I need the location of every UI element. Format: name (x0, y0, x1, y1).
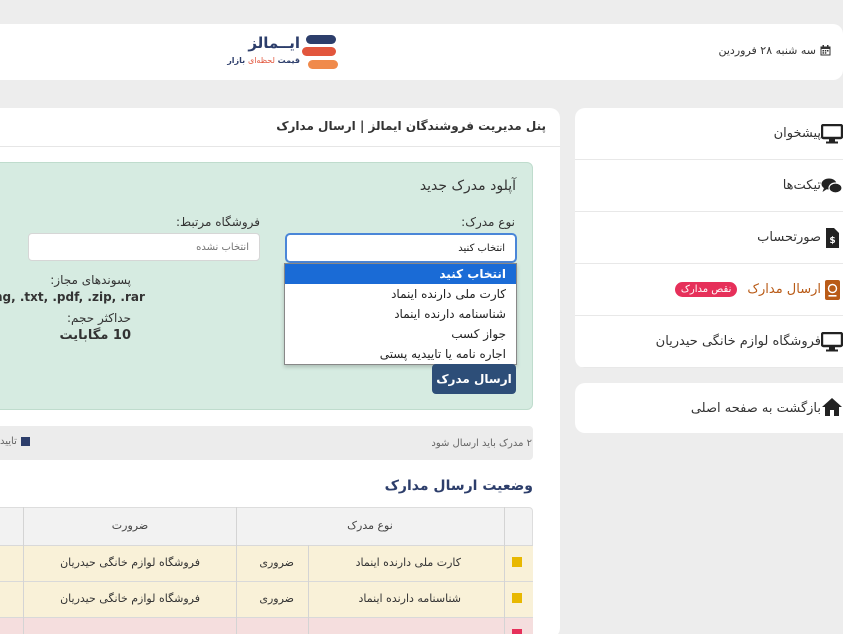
sidebar-item-documents[interactable]: ارسال مدارک نقص مدارک (575, 264, 843, 316)
doc-type-select[interactable]: انتخاب کنید (285, 233, 517, 263)
cell-doc-type: کارت ملی دارنده اینماد (355, 556, 461, 569)
column-header-doc-type: نوع مدرک (347, 519, 393, 532)
sidebar-item-label: صورتحساب (757, 230, 821, 245)
status-section-title: وضعیت ارسال مدارک (384, 478, 533, 494)
max-size-label: حداکثر حجم: (66, 311, 131, 325)
title-divider (0, 146, 560, 147)
cell-store: فروشگاه لوازم خانگی حیدریان (60, 556, 200, 569)
site-logo[interactable]: ایــمالز قیمت لحظه‌ای بازار (227, 32, 340, 74)
doc-type-label: نوع مدرک: (461, 215, 515, 229)
cell-store: فروشگاه لوازم خانگی حیدریان (60, 592, 200, 605)
cell-required: ضروری (259, 556, 294, 569)
allowed-ext-value: ng, .txt, .pdf, .zip, .rar (0, 290, 145, 304)
doc-type-options: انتخاب کنید کارت ملی دارنده اینماد شناسن… (284, 263, 517, 365)
passport-icon (825, 280, 840, 300)
doc-option[interactable]: کارت ملی دارنده اینماد (285, 284, 516, 304)
col-divider (308, 545, 309, 634)
doc-option[interactable]: جواز کسب (285, 324, 516, 344)
sidebar-item-label: پیشخوان (773, 126, 821, 141)
notice-text: ۲ مدرک باید ارسال شود (431, 438, 532, 449)
cell-doc-type: شناسنامه دارنده اینماد (358, 592, 461, 605)
doc-option[interactable]: شناسنامه دارنده اینماد (285, 304, 516, 324)
doc-option[interactable]: انتخاب کنید (285, 264, 516, 284)
sidebar-item-tickets[interactable]: تیکت‌ها (575, 160, 843, 212)
date-text: سه شنبه ۲۸ فروردین (718, 44, 817, 57)
status-indicator-icon (512, 629, 522, 634)
col-divider (236, 507, 237, 545)
monitor-icon (821, 124, 843, 144)
submit-document-button[interactable]: ارسال مدرک (432, 364, 516, 394)
page-title: پنل مدیریت فروشندگان ایمالز | ارسال مدار… (276, 119, 546, 133)
allowed-ext-label: پسوندهای مجاز: (50, 273, 131, 287)
invoice-icon: $ (826, 228, 839, 248)
back-to-home-button[interactable]: بازگشت به صفحه اصلی (575, 383, 843, 433)
chat-icon (821, 178, 843, 194)
col-divider (236, 545, 237, 634)
sidebar-item-dashboard[interactable]: پیشخوان (575, 108, 843, 160)
sidebar-item-invoices[interactable]: $ صورتحساب (575, 212, 843, 264)
max-size-value: 10 مگابایت (59, 328, 131, 343)
status-indicator-icon (512, 593, 522, 603)
legend-approved: تایید (0, 436, 30, 447)
tagline-highlight: لحظه‌ای (247, 56, 275, 65)
doc-option[interactable]: اجاره نامه یا تاییدیه پستی (285, 344, 516, 364)
svg-text:$: $ (829, 236, 835, 246)
sidebar-item-label: ارسال مدارک (747, 282, 821, 297)
column-header-necessity: ضرورت (111, 519, 149, 532)
col-divider (504, 507, 505, 545)
sidebar-menu: پیشخوان تیکت‌ها $ صورتحساب ارسال مدارک ن… (575, 108, 843, 368)
back-link[interactable]: بازگشت به صفحه اصلی (575, 383, 843, 433)
tagline-prefix: قیمت (274, 56, 300, 65)
logo-name: ایــمالز (248, 34, 300, 52)
legend-label: تایید (0, 436, 17, 447)
status-indicator-icon (512, 557, 522, 567)
col-divider (23, 545, 24, 634)
sidebar-item-label: تیکت‌ها (782, 178, 821, 193)
back-label: بازگشت به صفحه اصلی (690, 400, 821, 416)
date-display: سه شنبه ۲۸ فروردین (719, 44, 832, 57)
monitor-icon (821, 332, 843, 352)
top-header (0, 24, 843, 80)
upload-title: آپلود مدرک جدید (419, 178, 516, 194)
home-icon (822, 398, 842, 416)
store-label: فروشگاه مرتبط: (175, 215, 260, 229)
tagline-suffix: بازار (227, 56, 248, 65)
sidebar-item-store[interactable]: فروشگاه لوازم خانگی حیدریان (575, 316, 843, 368)
legend-square-icon (20, 437, 30, 446)
status-badge: نقص مدارک (674, 282, 738, 297)
logo-mark-icon (302, 35, 338, 69)
doc-type-selected-value: انتخاب کنید (458, 242, 505, 254)
logo-tagline: قیمت لحظه‌ای بازار (227, 56, 300, 65)
store-input[interactable] (28, 233, 260, 261)
table-row[interactable] (0, 617, 533, 634)
col-divider (23, 507, 24, 545)
calendar-icon (820, 45, 831, 56)
col-divider (504, 545, 505, 634)
cell-required: ضروری (259, 592, 294, 605)
sidebar-item-label: فروشگاه لوازم خانگی حیدریان (655, 334, 821, 349)
